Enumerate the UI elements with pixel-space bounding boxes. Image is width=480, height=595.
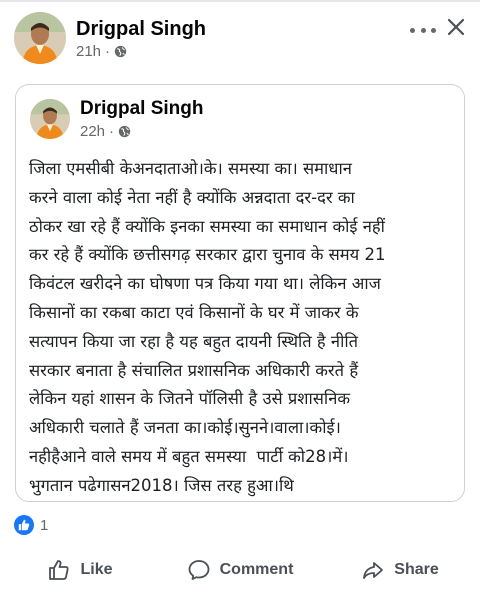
comment-button[interactable]: Comment	[160, 548, 320, 592]
globe-icon	[118, 125, 131, 138]
shared-avatar[interactable]	[30, 98, 70, 139]
more-icon[interactable]	[410, 20, 436, 40]
reactions-summary[interactable]: 1	[14, 515, 48, 535]
shared-post-header: Drigpal Singh 22h ·	[30, 97, 204, 140]
share-button[interactable]: Share	[320, 548, 480, 592]
share-label: Share	[394, 561, 439, 578]
avatar-image	[14, 12, 66, 64]
comment-icon	[188, 560, 210, 580]
like-reaction-icon	[14, 515, 34, 535]
close-icon[interactable]	[444, 12, 468, 42]
like-label: Like	[80, 561, 113, 578]
avatar[interactable]	[14, 12, 66, 64]
shared-author-name[interactable]: Drigpal Singh	[80, 97, 204, 121]
globe-icon	[114, 45, 127, 57]
post-time[interactable]: 21h	[76, 43, 101, 60]
shared-avatar-image	[30, 98, 70, 139]
shared-post-text: जिला एमसीबी केअनदाताओ।के। समस्या का। समा…	[29, 159, 386, 495]
action-bar: Like Comment Share	[0, 548, 480, 592]
shared-post-time[interactable]: 22h	[80, 123, 105, 140]
post-header: Drigpal Singh 21h ·	[14, 12, 206, 64]
shared-meta-separator: ·	[109, 123, 115, 140]
meta-separator: ·	[105, 42, 111, 60]
comment-label: Comment	[219, 561, 294, 578]
reaction-count[interactable]: 1	[40, 517, 48, 534]
like-button[interactable]: Like	[0, 548, 160, 592]
share-icon	[363, 562, 384, 579]
author-name[interactable]: Drigpal Singh	[76, 17, 206, 41]
shared-post-card[interactable]: Drigpal Singh 22h · जिला एमसीबी केअनदाता…	[15, 84, 465, 502]
top-divider	[0, 0, 480, 2]
thumbs-up-icon	[49, 560, 70, 580]
